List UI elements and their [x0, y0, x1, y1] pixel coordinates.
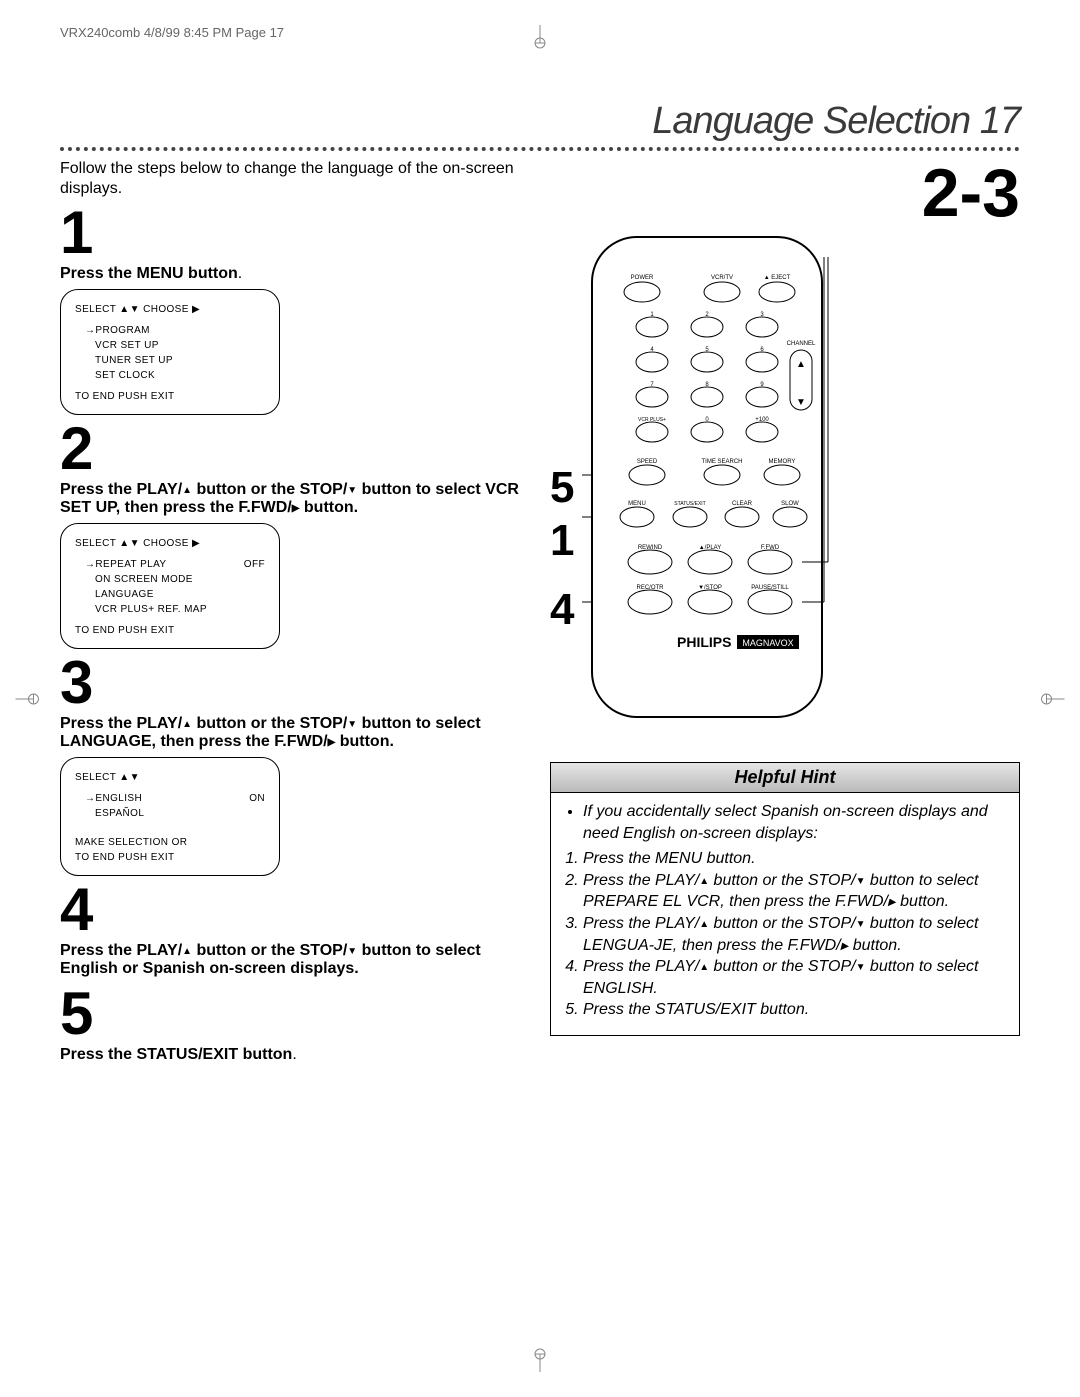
ref-num-5: 5 [550, 462, 574, 515]
remote-illustration: ▲ ▼ [582, 227, 832, 732]
osd-screen-2: SELECT ▲▼ CHOOSE ▶ →REPEAT PLAYOFF ON SC… [60, 523, 280, 649]
crop-mark-icon [528, 1343, 552, 1372]
svg-text:▲ EJECT: ▲ EJECT [764, 275, 791, 281]
right-column: 2-3 5 1 4 [550, 159, 1020, 1070]
svg-text:▲: ▲ [797, 359, 807, 370]
main-columns: Follow the steps below to change the lan… [60, 159, 1020, 1070]
svg-text:+100: +100 [756, 417, 770, 423]
intro-text: Follow the steps below to change the lan… [60, 159, 530, 199]
hint-body: If you accidentally select Spanish on-sc… [551, 793, 1019, 1035]
helpful-hint-box: Helpful Hint If you accidentally select … [550, 762, 1020, 1036]
page: VRX240comb 4/8/99 8:45 PM Page 17 Langua… [0, 0, 1080, 1397]
svg-text:CLEAR: CLEAR [732, 501, 753, 507]
step-number-4: 4 [60, 880, 530, 940]
osd-screen-1: SELECT ▲▼ CHOOSE ▶ →PROGRAM VCR SET UP T… [60, 289, 280, 415]
svg-text:CHANNEL: CHANNEL [787, 341, 816, 347]
step-2-text: Press the PLAY/▲ button or the STOP/▼ bu… [60, 481, 530, 517]
svg-text:POWER: POWER [631, 275, 654, 281]
crop-mark-icon [1036, 687, 1065, 711]
ref-num-1: 1 [550, 515, 574, 568]
svg-text:REWIND: REWIND [638, 545, 663, 551]
svg-text:F.FWD: F.FWD [761, 545, 780, 551]
step-5-text: Press the STATUS/EXIT button. [60, 1046, 530, 1064]
step-3-text: Press the PLAY/▲ button or the STOP/▼ bu… [60, 715, 530, 751]
page-title: Language Selection 17 [60, 100, 1020, 143]
svg-text:SLOW: SLOW [782, 501, 800, 507]
svg-text:VCR/TV: VCR/TV [711, 275, 733, 281]
ref-number-column: 5 1 4 [550, 227, 582, 732]
hint-title: Helpful Hint [551, 763, 1019, 793]
svg-text:▼/STOP: ▼/STOP [699, 585, 723, 591]
divider [60, 147, 1020, 151]
svg-text:PAUSE/STILL: PAUSE/STILL [752, 585, 790, 591]
crop-mark-icon [16, 687, 45, 711]
svg-text:PHILIPS: PHILIPS [677, 634, 731, 650]
step-1-text: Press the MENU button. [60, 265, 530, 283]
remote-icon: ▲ ▼ [582, 227, 832, 727]
svg-text:▼: ▼ [797, 397, 807, 408]
svg-text:STATUS/EXIT: STATUS/EXIT [675, 501, 706, 507]
svg-text:TIME SEARCH: TIME SEARCH [702, 459, 743, 465]
step-number-2: 2 [60, 419, 530, 479]
osd-screen-3: SELECT ▲▼ →ENGLISHON ESPAÑOL MAKE SELECT… [60, 757, 280, 876]
svg-text:VCR PLUS+: VCR PLUS+ [639, 417, 667, 423]
crop-mark-icon [528, 25, 552, 54]
ref-step-range: 2-3 [550, 159, 1020, 227]
svg-text:MEMORY: MEMORY [769, 459, 796, 465]
step-number-5: 5 [60, 984, 530, 1044]
svg-text:REC/OTR: REC/OTR [637, 585, 665, 591]
left-column: Follow the steps below to change the lan… [60, 159, 530, 1070]
step-number-3: 3 [60, 653, 530, 713]
svg-text:▲/PLAY: ▲/PLAY [699, 545, 722, 551]
ref-num-4: 4 [550, 584, 574, 637]
step-4-text: Press the PLAY/▲ button or the STOP/▼ bu… [60, 942, 530, 978]
svg-text:MENU: MENU [629, 501, 647, 507]
svg-text:MAGNAVOX: MAGNAVOX [743, 638, 794, 648]
svg-text:SPEED: SPEED [637, 459, 658, 465]
step-number-1: 1 [60, 203, 530, 263]
